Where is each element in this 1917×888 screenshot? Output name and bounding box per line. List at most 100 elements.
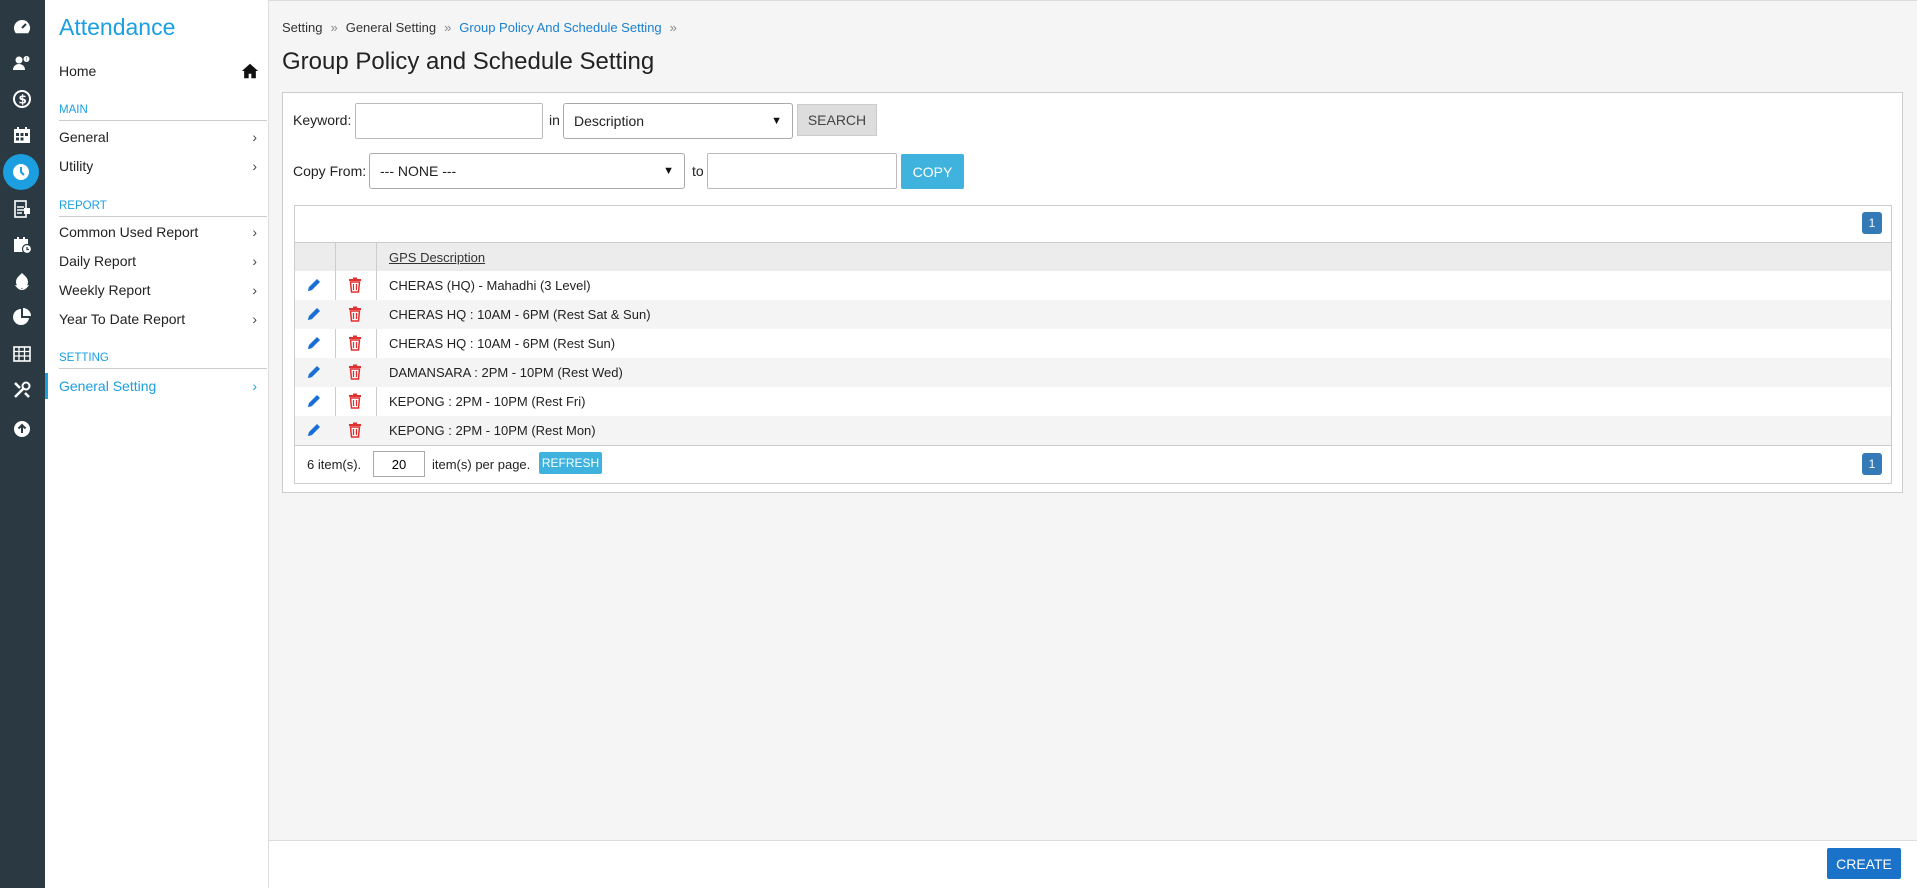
active-indicator [45,373,48,399]
in-label: in [549,112,560,128]
pager-top-page[interactable]: 1 [1862,212,1882,234]
edit-icon[interactable] [305,392,323,410]
upload-icon[interactable] [7,414,37,444]
keyword-label: Keyword: [293,112,352,128]
trash-icon[interactable] [346,363,364,381]
search-field-select[interactable]: Description ▼ [563,103,793,139]
copy-to-input[interactable] [707,153,897,189]
refresh-button[interactable]: REFRESH [539,452,602,474]
search-button[interactable]: SEARCH [797,104,877,136]
items-count: 6 item(s). [307,457,362,472]
chevron-right-icon: › [252,224,257,240]
chevron-down-icon: ▼ [663,165,674,177]
svg-text:!: ! [25,57,27,63]
sidebar-item-label: Daily Report [59,253,137,269]
per-page-label: item(s) per page. [432,457,531,472]
gps-description-cell[interactable]: CHERAS (HQ) - Mahadhi (3 Level) [389,278,591,293]
table-icon[interactable] [7,339,37,369]
section-report-label: REPORT [59,200,107,212]
users-icon[interactable]: ! [7,48,37,78]
chevron-down-icon: ▼ [771,115,782,127]
keyword-input[interactable] [355,103,543,139]
trash-icon[interactable] [346,305,364,323]
chevron-right-icon: › [252,378,257,394]
sidebar: Attendance Home MAIN General › Utility ›… [45,0,269,888]
to-label: to [692,163,704,179]
breadcrumb-separator: » [330,20,338,35]
edit-icon[interactable] [305,421,323,439]
breadcrumb-setting[interactable]: Setting [282,20,322,35]
sidebar-item-weekly-report[interactable]: Weekly Report › [59,277,267,303]
column-header-gps-description[interactable]: GPS Description [389,250,485,265]
sidebar-item-year-to-date-report[interactable]: Year To Date Report › [59,306,267,332]
table-row: DAMANSARA : 2PM - 10PM (Rest Wed) [295,358,1891,387]
breadcrumb-current[interactable]: Group Policy And Schedule Setting [459,20,661,35]
chevron-right-icon: › [252,158,257,174]
page-title: Group Policy and Schedule Setting [282,48,655,75]
chevron-right-icon: › [252,282,257,298]
breadcrumb-separator: » [669,20,677,35]
trash-icon[interactable] [346,276,364,294]
edit-icon[interactable] [305,363,323,381]
top-border [269,0,1917,1]
section-main-label: MAIN [59,104,88,116]
create-button[interactable]: CREATE [1827,848,1901,879]
edit-icon[interactable] [305,334,323,352]
edit-icon[interactable] [305,305,323,323]
document-icon[interactable] [7,194,37,224]
grid-header: GPS Description [295,242,1891,271]
breadcrumb: Setting » General Setting » Group Policy… [282,20,677,35]
sidebar-item-home[interactable]: Home [59,60,259,82]
home-icon [241,63,259,79]
sidebar-item-common-used-report[interactable]: Common Used Report › [59,219,267,245]
copy-from-select[interactable]: --- NONE --- ▼ [369,153,685,189]
home-label: Home [59,63,97,79]
gps-description-cell[interactable]: KEPONG : 2PM - 10PM (Rest Fri) [389,394,585,409]
sidebar-item-label: General [59,129,109,145]
clock-icon[interactable] [3,154,39,190]
grid-footer: 6 item(s). item(s) per page. REFRESH 1 [295,445,1891,483]
trash-icon[interactable] [346,421,364,439]
gps-description-cell[interactable]: DAMANSARA : 2PM - 10PM (Rest Wed) [389,365,623,380]
payroll-icon[interactable]: $ [7,84,37,114]
chart-icon[interactable] [7,302,37,332]
gps-description-cell[interactable]: CHERAS HQ : 10AM - 6PM (Rest Sat & Sun) [389,307,651,322]
sidebar-item-daily-report[interactable]: Daily Report › [59,248,267,274]
search-field-value: Description [574,113,645,129]
sidebar-item-label: Utility [59,158,94,174]
table-row: CHERAS (HQ) - Mahadhi (3 Level) [295,271,1891,300]
table-row: CHERAS HQ : 10AM - 6PM (Rest Sun) [295,329,1891,358]
per-page-input[interactable] [373,451,425,477]
sidebar-item-general-setting[interactable]: General Setting › [59,373,267,399]
gps-description-cell[interactable]: KEPONG : 2PM - 10PM (Rest Mon) [389,423,596,438]
section-setting-label: SETTING [59,352,109,364]
table-row: CHERAS HQ : 10AM - 6PM (Rest Sat & Sun) [295,300,1891,329]
chevron-right-icon: › [252,129,257,145]
copy-from-label: Copy From: [293,163,367,179]
bottom-action-bar: CREATE [269,840,1917,888]
schedule-icon[interactable] [7,230,37,260]
copy-button[interactable]: COPY [901,154,964,189]
edit-icon[interactable] [305,276,323,294]
sidebar-item-general[interactable]: General › [59,124,267,150]
gps-description-cell[interactable]: CHERAS HQ : 10AM - 6PM (Rest Sun) [389,336,615,351]
table-row: KEPONG : 2PM - 10PM (Rest Mon) [295,416,1891,445]
dashboard-icon[interactable] [7,12,37,42]
leaf-icon[interactable] [7,266,37,296]
icon-rail: ! $ [0,0,45,888]
sidebar-item-label: Weekly Report [59,282,151,298]
gps-grid: 1 GPS Description CHERAS (HQ) - Mahadhi … [294,205,1892,484]
sidebar-item-utility[interactable]: Utility › [59,153,267,179]
tools-icon[interactable] [7,375,37,405]
section-divider [59,216,267,217]
breadcrumb-general-setting[interactable]: General Setting [346,20,436,35]
breadcrumb-separator: » [444,20,452,35]
section-divider [59,120,267,121]
calendar-icon[interactable] [7,120,37,150]
trash-icon[interactable] [346,334,364,352]
pager-bottom-page[interactable]: 1 [1862,453,1882,475]
main-content: Setting » General Setting » Group Policy… [269,0,1917,888]
sidebar-item-label: General Setting [59,378,157,394]
filter-panel: Keyword: in Description ▼ SEARCH Copy Fr… [282,92,1903,493]
trash-icon[interactable] [346,392,364,410]
